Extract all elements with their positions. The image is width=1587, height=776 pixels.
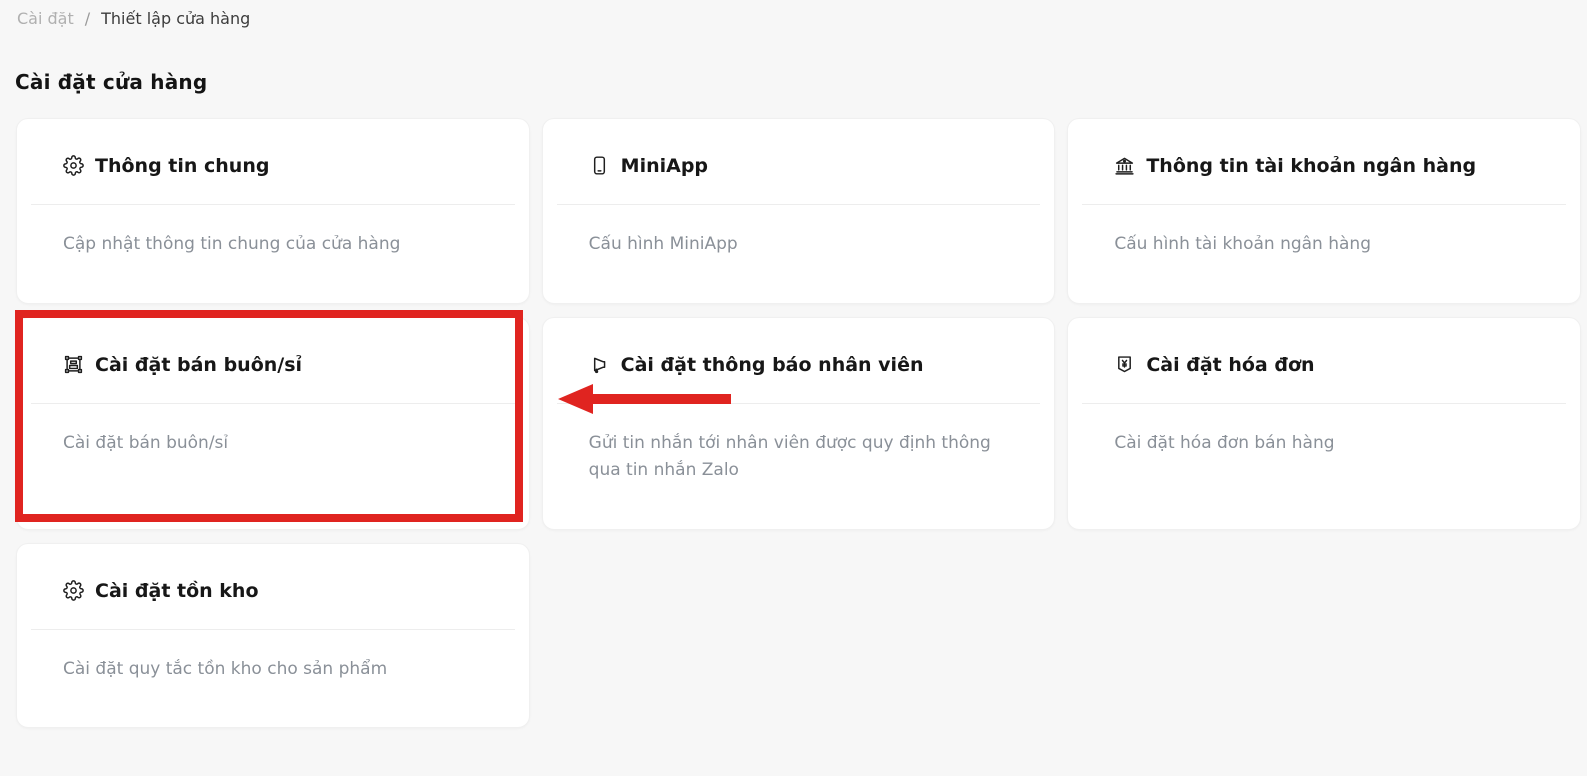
card-header: Cài đặt bán buôn/sỉ [17, 318, 529, 403]
breadcrumb-separator: / [85, 9, 90, 28]
card-body: Cấu hình MiniApp [543, 205, 1055, 258]
settings-card-miniapp[interactable]: MiniApp Cấu hình MiniApp [542, 118, 1056, 304]
card-description: Cập nhật thông tin chung của cửa hàng [63, 231, 481, 258]
card-title: Thông tin chung [95, 155, 269, 177]
wholesale-icon [63, 354, 84, 375]
card-header: MiniApp [543, 119, 1055, 204]
card-header: Thông tin tài khoản ngân hàng [1068, 119, 1580, 204]
card-body: Gửi tin nhắn tới nhân viên được quy định… [543, 404, 1055, 484]
card-title: Thông tin tài khoản ngân hàng [1146, 155, 1476, 177]
card-header: Thông tin chung [17, 119, 529, 204]
card-body: Cài đặt bán buôn/sỉ [17, 404, 529, 457]
card-title: Cài đặt hóa đơn [1146, 354, 1314, 376]
megaphone-icon [589, 354, 610, 375]
page-title: Cài đặt cửa hàng [15, 70, 207, 94]
settings-cards-grid: Thông tin chung Cập nhật thông tin chung… [16, 118, 1581, 728]
card-body: Cấu hình tài khoản ngân hàng [1068, 205, 1580, 258]
invoice-icon [1114, 354, 1135, 375]
gear-icon [63, 155, 84, 176]
card-body: Cài đặt hóa đơn bán hàng [1068, 404, 1580, 457]
card-title: MiniApp [621, 155, 708, 177]
gear-icon [63, 580, 84, 601]
settings-card-thong-tin-tai-khoan-ngan-hang[interactable]: Thông tin tài khoản ngân hàng Cấu hình t… [1067, 118, 1581, 304]
card-description: Cấu hình MiniApp [589, 231, 1007, 258]
card-description: Gửi tin nhắn tới nhân viên được quy định… [589, 430, 1007, 484]
settings-card-cai-dat-ton-kho[interactable]: Cài đặt tồn kho Cài đặt quy tắc tồn kho … [16, 543, 530, 728]
breadcrumb-item-current: Thiết lập cửa hàng [101, 9, 250, 28]
smartphone-icon [589, 155, 610, 176]
card-description: Cài đặt bán buôn/sỉ [63, 430, 481, 457]
bank-icon [1114, 155, 1135, 176]
card-header: Cài đặt thông báo nhân viên [543, 318, 1055, 403]
card-header: Cài đặt hóa đơn [1068, 318, 1580, 403]
settings-card-cai-dat-hoa-don[interactable]: Cài đặt hóa đơn Cài đặt hóa đơn bán hàng [1067, 317, 1581, 530]
breadcrumb-item-settings[interactable]: Cài đặt [17, 9, 74, 28]
card-title: Cài đặt tồn kho [95, 580, 259, 602]
settings-card-cai-dat-thong-bao-nhan-vien[interactable]: Cài đặt thông báo nhân viên Gửi tin nhắn… [542, 317, 1056, 530]
settings-card-cai-dat-ban-buon-si[interactable]: Cài đặt bán buôn/sỉ Cài đặt bán buôn/sỉ [16, 317, 530, 530]
breadcrumb: Cài đặt / Thiết lập cửa hàng [17, 9, 250, 28]
card-description: Cài đặt hóa đơn bán hàng [1114, 430, 1532, 457]
card-body: Cài đặt quy tắc tồn kho cho sản phẩm [17, 630, 529, 683]
card-header: Cài đặt tồn kho [17, 544, 529, 629]
settings-card-thong-tin-chung[interactable]: Thông tin chung Cập nhật thông tin chung… [16, 118, 530, 304]
card-title: Cài đặt bán buôn/sỉ [95, 354, 302, 376]
card-title: Cài đặt thông báo nhân viên [621, 354, 924, 376]
card-description: Cấu hình tài khoản ngân hàng [1114, 231, 1532, 258]
card-body: Cập nhật thông tin chung của cửa hàng [17, 205, 529, 258]
card-description: Cài đặt quy tắc tồn kho cho sản phẩm [63, 656, 481, 683]
